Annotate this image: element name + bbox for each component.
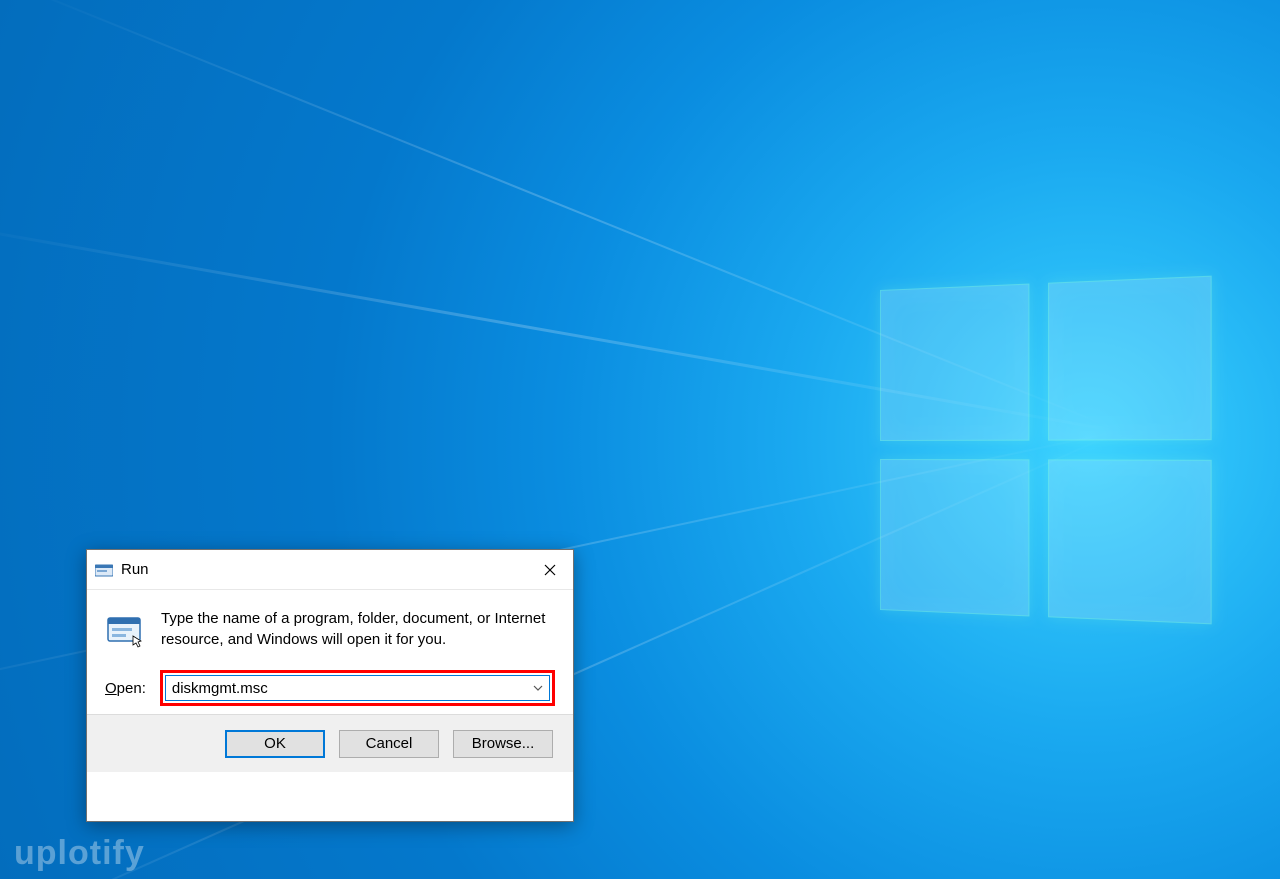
windows-desktop: uplotify Run: [0, 0, 1280, 879]
windows-logo-pane: [880, 459, 1029, 616]
ok-button[interactable]: OK: [225, 730, 325, 758]
dialog-body: Type the name of a program, folder, docu…: [87, 590, 573, 714]
watermark-text: uplotify: [14, 834, 145, 873]
open-label: Open:: [105, 680, 146, 697]
run-app-icon: [95, 563, 113, 577]
run-program-icon: [105, 610, 145, 650]
open-combobox[interactable]: [165, 675, 550, 701]
run-dialog: Run Type the name of a program, folder, …: [86, 549, 574, 822]
dialog-title: Run: [121, 561, 149, 578]
dialog-button-bar: OK Cancel Browse...: [87, 714, 573, 772]
open-input[interactable]: [166, 678, 527, 699]
browse-button[interactable]: Browse...: [453, 730, 553, 758]
dialog-description: Type the name of a program, folder, docu…: [161, 608, 555, 650]
windows-logo-pane: [1048, 459, 1212, 624]
input-highlight-box: [160, 670, 555, 706]
windows-logo-pane: [1048, 276, 1212, 441]
windows-logo: [880, 276, 1212, 625]
cancel-button[interactable]: Cancel: [339, 730, 439, 758]
close-button[interactable]: [527, 550, 573, 590]
titlebar[interactable]: Run: [87, 550, 573, 590]
windows-logo-pane: [880, 284, 1029, 441]
chevron-down-icon[interactable]: [527, 685, 549, 691]
